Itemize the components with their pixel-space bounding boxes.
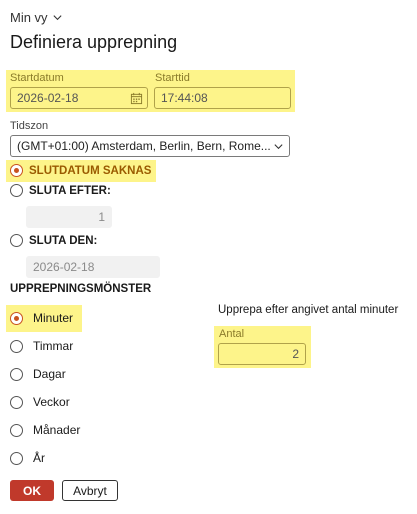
pattern-option-label: Timmar (33, 339, 74, 353)
start-date-label: Startdatum (10, 72, 64, 84)
view-selector-label: Min vy (10, 10, 48, 25)
view-selector[interactable]: Min vy (10, 10, 63, 25)
end-after-value: 1 (98, 210, 105, 224)
pattern-option-years[interactable]: År (10, 451, 45, 465)
chevron-down-icon (274, 144, 283, 150)
count-input[interactable]: 2 (218, 343, 306, 365)
radio-no-end[interactable]: SLUTDATUM SAKNAS (10, 164, 151, 177)
pattern-option-label: Dagar (33, 367, 66, 381)
pattern-option-years-circle[interactable] (10, 451, 23, 465)
start-date-value: 2026-02-18 (17, 91, 79, 105)
radio-no-end-label: SLUTDATUM SAKNAS (29, 164, 152, 177)
timezone-select[interactable]: (GMT+01:00) Amsterdam, Berlin, Bern, Rom… (10, 135, 290, 157)
pattern-option-hours-circle[interactable] (10, 339, 23, 353)
end-on-value: 2026-02-18 (33, 260, 95, 274)
ok-button[interactable]: OK (10, 480, 54, 501)
radio-end-on-label: SLUTA DEN: (29, 234, 98, 247)
pattern-option-months-circle[interactable] (10, 423, 23, 437)
timezone-label: Tidszon (10, 120, 49, 132)
pattern-option-label: Veckor (33, 395, 70, 409)
end-after-input[interactable]: 1 (26, 206, 112, 228)
pattern-option-weeks-circle[interactable] (10, 395, 23, 409)
pattern-option-days-circle[interactable] (10, 367, 23, 381)
pattern-option-label: År (33, 451, 45, 465)
pattern-description: Upprepa efter angivet antal minuter (218, 304, 399, 316)
radio-end-on[interactable]: SLUTA DEN: (10, 234, 97, 247)
pattern-option-hours[interactable]: Timmar (10, 339, 73, 353)
count-value: 2 (292, 347, 299, 361)
pattern-heading: UPPREPNINGSMÖNSTER (10, 283, 152, 295)
start-time-value: 17:44:08 (161, 91, 208, 105)
pattern-option-months[interactable]: Månader (10, 423, 80, 437)
calendar-icon[interactable] (130, 92, 143, 105)
radio-no-end-circle[interactable] (10, 164, 23, 177)
pattern-option-label: Minuter (33, 311, 74, 325)
pattern-option-days[interactable]: Dagar (10, 367, 66, 381)
pattern-option-label: Månader (33, 423, 81, 437)
cancel-button[interactable]: Avbryt (62, 480, 118, 501)
start-time-label: Starttid (155, 72, 190, 84)
pattern-option-minutes[interactable]: Minuter (10, 311, 73, 325)
end-on-input[interactable]: 2026-02-18 (26, 256, 160, 278)
timezone-value: (GMT+01:00) Amsterdam, Berlin, Bern, Rom… (17, 139, 271, 153)
radio-end-after-label: SLUTA EFTER: (29, 184, 111, 197)
count-label: Antal (219, 328, 245, 340)
radio-end-after-circle[interactable] (10, 184, 23, 197)
start-date-input[interactable]: 2026-02-18 (10, 87, 148, 109)
pattern-option-minutes-circle[interactable] (10, 311, 23, 325)
radio-end-on-circle[interactable] (10, 234, 23, 247)
chevron-down-icon (53, 15, 62, 21)
pattern-option-weeks[interactable]: Veckor (10, 395, 70, 409)
radio-end-after[interactable]: SLUTA EFTER: (10, 184, 111, 197)
start-time-input[interactable]: 17:44:08 (154, 87, 291, 109)
page-title: Definiera upprepning (10, 32, 178, 52)
